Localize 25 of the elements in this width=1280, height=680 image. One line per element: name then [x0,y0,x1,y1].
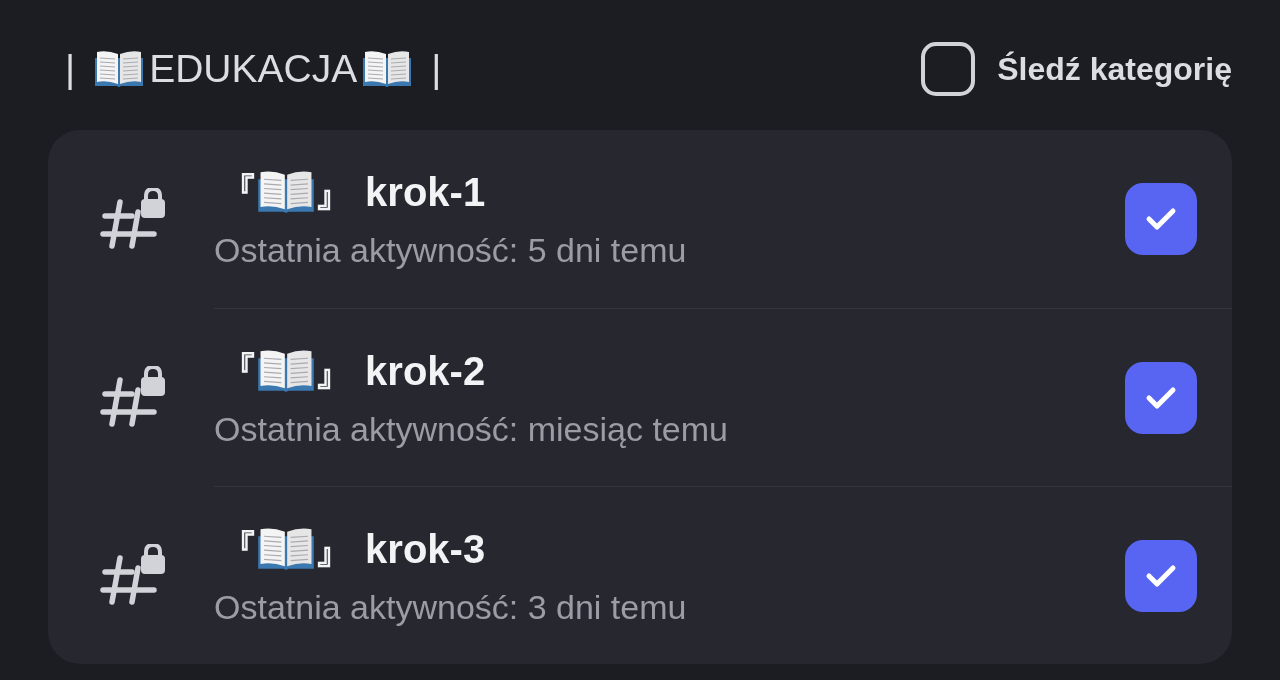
open-book-icon [258,526,314,571]
channel-name: 』 krok-2 [314,347,486,395]
channel-name: 『 [218,347,258,395]
title-text: | [431,47,442,91]
channel-checkbox[interactable] [1125,183,1197,255]
checkmark-icon [1145,563,1177,588]
channel-name: 』 krok-1 [314,169,486,216]
open-book-icon [95,50,144,88]
follow-checkbox[interactable] [921,42,976,96]
open-book-icon [363,50,412,88]
last-activity-text: Ostatnia aktywność: 5 dni temu [214,230,687,271]
title-text: | [65,47,76,91]
last-activity-text: Ostatnia aktywność: 3 dni temu [214,586,687,628]
last-activity-text: Ostatnia aktywność: miesiąc temu [214,408,728,450]
title-text: EDUKACJA [149,47,358,91]
channel-name: 『 [218,525,258,573]
open-book-icon [258,170,314,214]
follow-category-label: Śledź kategorię [997,50,1232,88]
open-book-icon [258,348,314,393]
checkmark-icon [1145,207,1177,231]
checkmark-icon [1145,385,1177,410]
channel-checkbox[interactable] [1125,539,1197,612]
channel-name: 『 [218,169,258,216]
channel-name: 』 krok-3 [314,525,486,573]
channel-checkbox[interactable] [1125,361,1197,434]
